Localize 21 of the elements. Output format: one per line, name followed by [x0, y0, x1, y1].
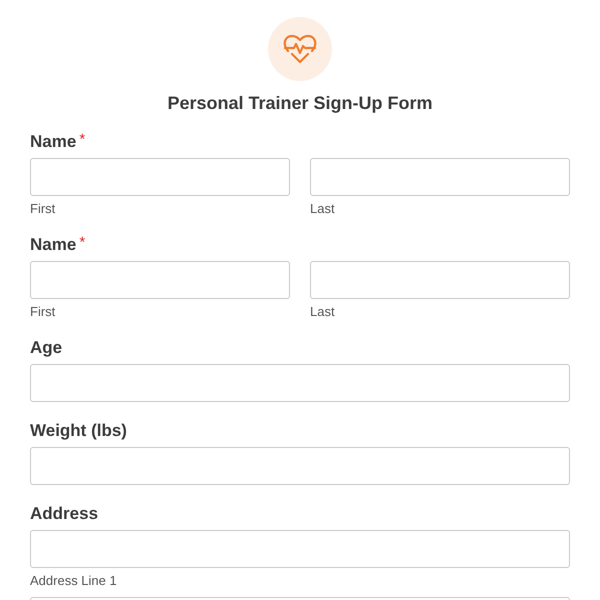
form-title: Personal Trainer Sign-Up Form	[166, 92, 434, 114]
field-sublabel: First	[30, 304, 56, 320]
input-field[interactable]	[30, 530, 570, 568]
field-sublabel: Address Line 1	[30, 573, 118, 589]
input-field[interactable]	[30, 364, 570, 402]
input-field[interactable]	[30, 261, 290, 299]
input-field[interactable]	[310, 158, 570, 196]
required-mark: *	[79, 235, 86, 251]
field-label: Name	[30, 235, 76, 255]
required-mark: *	[79, 132, 86, 148]
field-label: Address	[30, 504, 98, 524]
input-field[interactable]	[30, 447, 570, 485]
field-sublabel: First	[30, 201, 56, 217]
input-field[interactable]	[310, 261, 570, 299]
field-label: Weight (lbs)	[30, 421, 127, 441]
field-label: Name	[30, 132, 76, 152]
field-label: Age	[30, 338, 62, 358]
field-sublabel: Last	[310, 304, 336, 320]
field-sublabel: Last	[310, 201, 336, 217]
heart-pulse-icon	[283, 34, 317, 64]
input-field[interactable]	[30, 158, 290, 196]
